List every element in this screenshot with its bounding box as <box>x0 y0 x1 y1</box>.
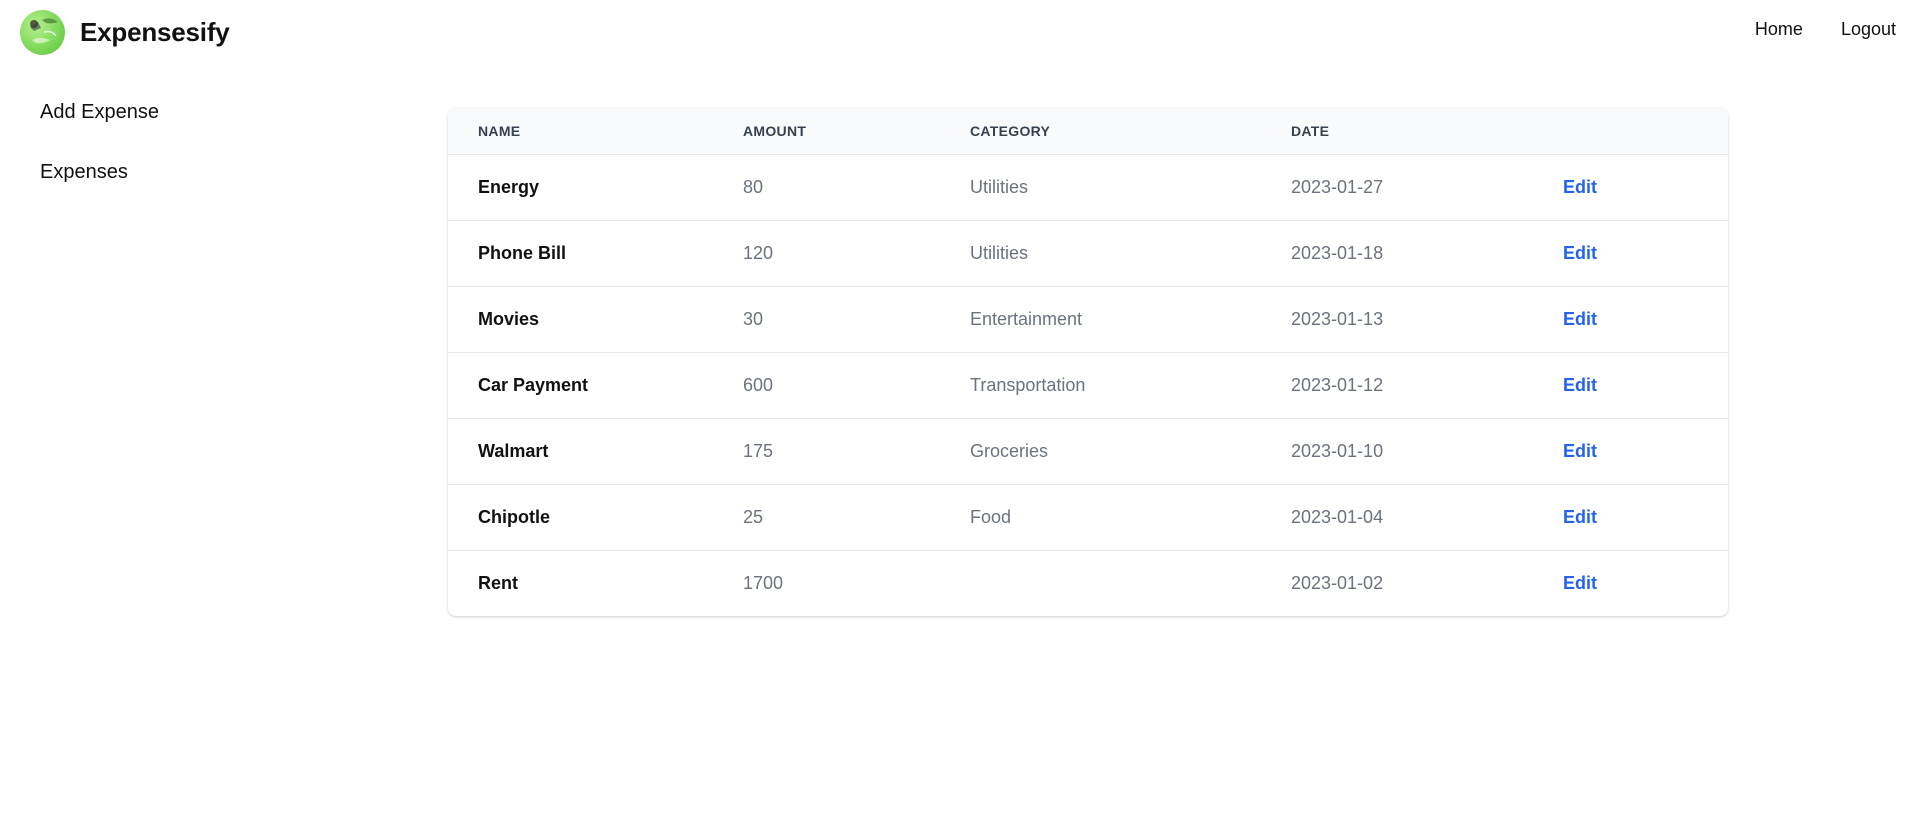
edit-link[interactable]: Edit <box>1563 573 1597 593</box>
cell-name: Car Payment <box>478 374 589 395</box>
table-header-row: NAME AMOUNT CATEGORY DATE <box>448 108 1728 154</box>
nav-logout-link[interactable]: Logout <box>1841 19 1896 40</box>
cell-action: Edit <box>1563 154 1728 220</box>
cell-amount: 25 <box>743 506 764 527</box>
cell-date: 2023-01-04 <box>1291 506 1384 527</box>
table-row: Energy 80 Utilities 2023-01-27 Edit <box>448 154 1728 220</box>
cell-category: Transportation <box>970 374 1086 395</box>
column-header-category: CATEGORY <box>970 122 1051 139</box>
cell-name: Phone Bill <box>478 242 567 263</box>
cell-date: 2023-01-12 <box>1291 374 1384 395</box>
table-row: Movies 30 Entertainment 2023-01-13 Edit <box>448 286 1728 352</box>
cell-category: Food <box>970 506 1012 527</box>
cell-name: Rent <box>478 572 518 593</box>
cell-date: 2023-01-10 <box>1291 440 1384 461</box>
table-row: Phone Bill 120 Utilities 2023-01-18 Edit <box>448 220 1728 286</box>
table-row: Chipotle 25 Food 2023-01-04 Edit <box>448 484 1728 550</box>
brand-name: Expensesify <box>80 17 230 47</box>
column-header-actions <box>1563 108 1728 154</box>
cell-date: 2023-01-13 <box>1291 308 1384 329</box>
sidebar: Add Expense Expenses <box>40 97 159 217</box>
cell-action: Edit <box>1563 484 1728 550</box>
cell-amount: 1700 <box>743 572 784 593</box>
cell-name: Walmart <box>478 440 549 461</box>
sidebar-item-expenses[interactable]: Expenses <box>40 157 159 187</box>
cell-date: 2023-01-02 <box>1291 572 1384 593</box>
cell-name: Energy <box>478 176 540 197</box>
cell-name: Chipotle <box>478 506 550 527</box>
edit-link[interactable]: Edit <box>1563 441 1597 461</box>
edit-link[interactable]: Edit <box>1563 177 1597 197</box>
edit-link[interactable]: Edit <box>1563 243 1597 263</box>
cell-action: Edit <box>1563 352 1728 418</box>
edit-link[interactable]: Edit <box>1563 375 1597 395</box>
cell-category: Entertainment <box>970 308 1083 329</box>
expenses-table-card: NAME AMOUNT CATEGORY DATE Energy 80 Util… <box>448 108 1728 616</box>
edit-link[interactable]: Edit <box>1563 507 1597 527</box>
top-nav: Home Logout <box>1755 19 1896 40</box>
column-header-amount: AMOUNT <box>743 122 807 139</box>
cell-category: Groceries <box>970 440 1049 461</box>
cell-amount: 30 <box>743 308 764 329</box>
cell-date: 2023-01-27 <box>1291 176 1384 197</box>
expenses-table: NAME AMOUNT CATEGORY DATE Energy 80 Util… <box>448 108 1728 616</box>
expensesify-logo-icon <box>20 10 65 55</box>
cell-category: Utilities <box>970 242 1029 263</box>
cell-amount: 600 <box>743 374 774 395</box>
cell-category <box>970 550 1291 616</box>
brand[interactable]: Expensesify <box>20 10 230 55</box>
edit-link[interactable]: Edit <box>1563 309 1597 329</box>
cell-amount: 120 <box>743 242 774 263</box>
cell-date: 2023-01-18 <box>1291 242 1384 263</box>
cell-action: Edit <box>1563 220 1728 286</box>
cell-action: Edit <box>1563 550 1728 616</box>
cell-amount: 175 <box>743 440 774 461</box>
table-row: Car Payment 600 Transportation 2023-01-1… <box>448 352 1728 418</box>
top-header: Expensesify Home Logout <box>0 0 1920 62</box>
cell-action: Edit <box>1563 418 1728 484</box>
table-row: Rent 1700 2023-01-02 Edit <box>448 550 1728 616</box>
nav-home-link[interactable]: Home <box>1755 19 1803 40</box>
cell-name: Movies <box>478 308 540 329</box>
cell-amount: 80 <box>743 176 764 197</box>
column-header-date: DATE <box>1291 122 1330 139</box>
column-header-name: NAME <box>478 122 521 139</box>
sidebar-item-add-expense[interactable]: Add Expense <box>40 97 159 127</box>
cell-category: Utilities <box>970 176 1029 197</box>
cell-action: Edit <box>1563 286 1728 352</box>
table-row: Walmart 175 Groceries 2023-01-10 Edit <box>448 418 1728 484</box>
